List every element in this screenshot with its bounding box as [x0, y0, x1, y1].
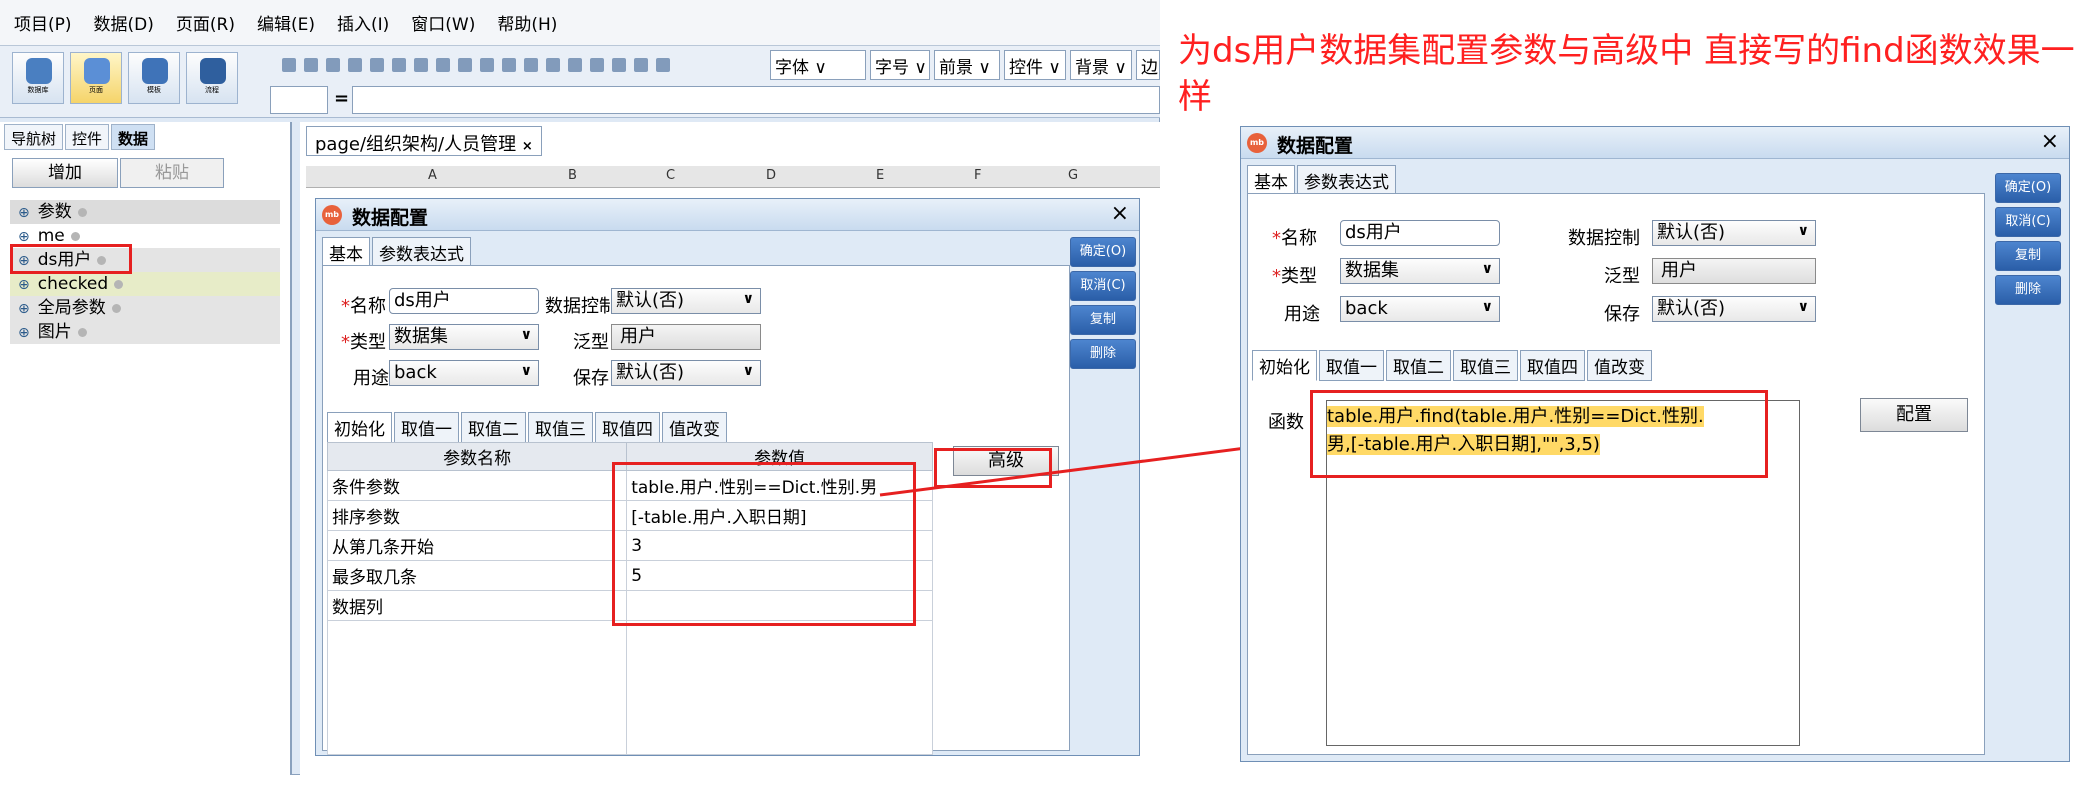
subtab-value1[interactable]: 取值一 [1319, 350, 1384, 381]
close-icon[interactable]: × [2041, 129, 2059, 154]
dialog-titlebar: mb 数据配置 × [1241, 127, 2069, 159]
usage-select[interactable]: back [1340, 296, 1500, 322]
subtab-value-change[interactable]: 值改变 [1587, 350, 1652, 381]
generic-field[interactable]: 用户 [1652, 258, 1816, 284]
annotation-text: 为ds用户数据集配置参数与高级中 直接写的find函数效果一样 [1178, 31, 2075, 117]
function-highlight [1310, 390, 1768, 478]
type-select[interactable]: 数据集 [1340, 258, 1500, 284]
subtab-init[interactable]: 初始化 [1252, 350, 1317, 381]
tab-basic[interactable]: 基本 [1247, 165, 1295, 196]
app-logo-icon: mb [1247, 133, 1267, 153]
cancel-button[interactable]: 取消(C) [1995, 207, 2061, 237]
data-control-select[interactable]: 默认(否) [1652, 220, 1816, 246]
save-select[interactable]: 默认(否) [1652, 296, 1816, 322]
tab-param-expr[interactable]: 参数表达式 [1297, 165, 1396, 196]
config-button[interactable]: 配置 [1860, 398, 1968, 432]
confirm-button[interactable]: 确定(O) [1995, 173, 2061, 203]
copy-button[interactable]: 复制 [1995, 241, 2061, 271]
subtab-value3[interactable]: 取值三 [1453, 350, 1518, 381]
name-input[interactable]: ds用户 [1340, 220, 1500, 246]
dialog-tabs: 基本 参数表达式 [1247, 165, 1396, 196]
subtab-value4[interactable]: 取值四 [1520, 350, 1585, 381]
subtabs: 初始化 取值一 取值二 取值三 取值四 值改变 [1252, 350, 1652, 381]
delete-button[interactable]: 删除 [1995, 275, 2061, 305]
subtab-value2[interactable]: 取值二 [1386, 350, 1451, 381]
